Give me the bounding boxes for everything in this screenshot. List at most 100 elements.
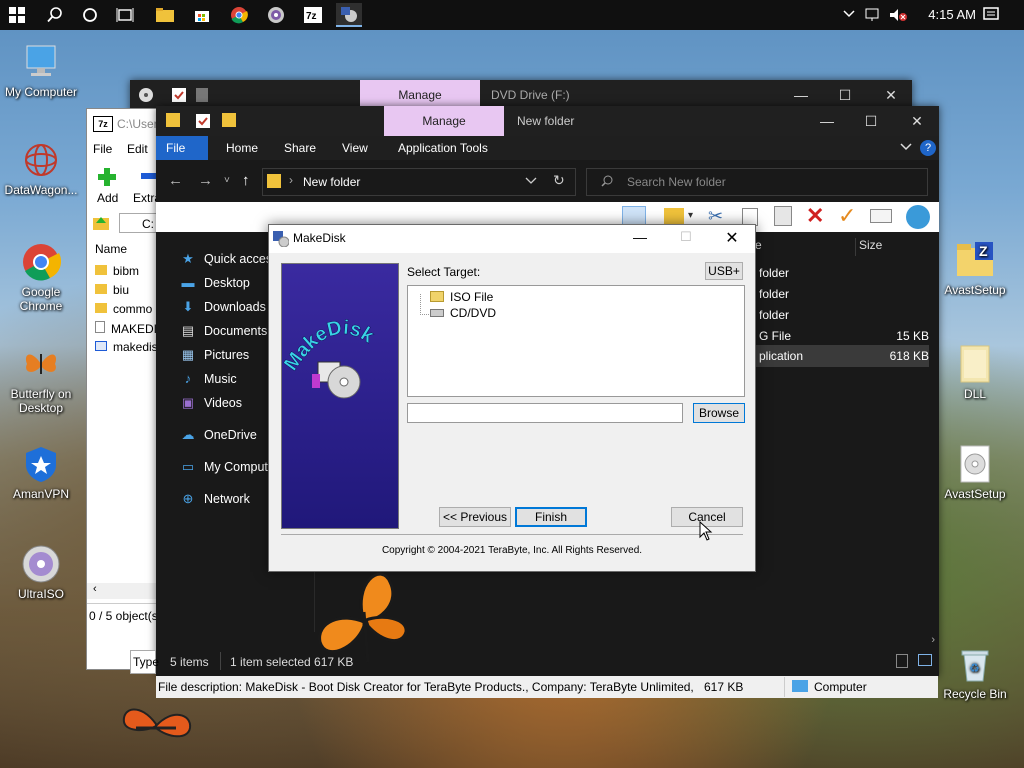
minus-icon[interactable]	[141, 173, 157, 179]
desktop-icon-amanvpn[interactable]: AmanVPN	[0, 444, 82, 501]
address-dropdown-icon[interactable]	[525, 175, 537, 190]
tab-share[interactable]: Share	[274, 136, 326, 160]
desktop-icon-recycle-bin[interactable]: ♻ Recycle Bin	[934, 644, 1016, 701]
nav-my-computer[interactable]: ▭ My Computer	[180, 456, 279, 478]
desktop-icon-ultraiso[interactable]: UltraISO	[0, 544, 82, 601]
chrome-icon[interactable]	[226, 3, 252, 27]
task-view-icon[interactable]	[112, 3, 138, 27]
desktop-icon-datawagon[interactable]: DataWagon...	[0, 140, 82, 197]
list-item[interactable]: makedis	[95, 340, 158, 354]
plus-icon[interactable]	[97, 167, 117, 190]
back-arrow-icon[interactable]: ←	[168, 172, 183, 189]
delete-icon[interactable]: ✕	[806, 203, 824, 229]
dvd-window-title: DVD Drive (F:)	[491, 88, 570, 102]
nav-desktop[interactable]: ▬ Desktop	[180, 272, 250, 294]
table-row-selected[interactable]: plication 618 KB	[753, 345, 929, 367]
search-box[interactable]: Search New folder	[586, 168, 928, 196]
details-view-icon[interactable]	[896, 654, 908, 668]
chevron-up-icon[interactable]	[842, 8, 856, 23]
network-icon[interactable]	[864, 7, 880, 26]
forward-arrow-icon[interactable]: →	[198, 172, 213, 189]
datawagon-icon	[21, 140, 61, 180]
up-arrow-icon[interactable]: ↑	[242, 172, 250, 189]
minimize-button[interactable]: —	[625, 229, 655, 249]
tab-view[interactable]: View	[332, 136, 378, 160]
browse-button[interactable]: Browse	[693, 403, 745, 423]
nav-onedrive[interactable]: ☁ OneDrive	[180, 424, 257, 446]
taskbar-clock[interactable]: 4:15 AM	[928, 7, 976, 22]
path-input[interactable]	[407, 403, 683, 423]
maximize-button[interactable]: ☐	[848, 106, 894, 136]
volume-muted-icon[interactable]	[888, 7, 908, 26]
table-row[interactable]: G File 15 KB	[759, 329, 929, 343]
explorer-manage-tab[interactable]: Manage	[384, 106, 504, 136]
7zip-add-button[interactable]: Add	[97, 191, 118, 205]
close-button[interactable]: ✕	[717, 228, 747, 248]
7zip-menu-file[interactable]: File	[93, 142, 112, 156]
table-row[interactable]: folder	[759, 287, 789, 301]
table-row[interactable]: folder	[759, 266, 789, 280]
makedisk-icon[interactable]	[336, 3, 362, 27]
table-row[interactable]: folder	[759, 308, 789, 322]
tree-item-iso-file[interactable]: ISO File	[430, 290, 493, 304]
nav-documents[interactable]: ▤ Documents	[180, 320, 267, 342]
finish-button[interactable]: Finish	[515, 507, 587, 527]
rename-icon[interactable]	[870, 209, 892, 223]
7zip-icon[interactable]: 7z	[300, 3, 326, 27]
up-folder-icon[interactable]	[93, 215, 109, 234]
search-icon[interactable]	[42, 3, 68, 27]
windows-icon[interactable]	[4, 3, 30, 27]
maximize-button[interactable]: ☐	[671, 229, 701, 249]
paste-icon[interactable]	[774, 206, 792, 226]
help-icon[interactable]: ?	[920, 140, 936, 156]
globe-icon[interactable]	[906, 205, 930, 229]
close-button[interactable]: ✕	[894, 106, 940, 136]
makedisk-dialog[interactable]: MakeDisk — ☐ ✕ MakeDisk Select Target: U…	[268, 224, 756, 572]
address-bar[interactable]: › New folder ↻	[262, 168, 576, 196]
media-icon[interactable]	[263, 3, 289, 27]
notification-icon[interactable]	[982, 6, 1000, 27]
7zip-col-name[interactable]: Name	[95, 242, 127, 256]
desktop-icon-my-computer[interactable]: My Computer	[0, 42, 82, 99]
desktop-icon-avastsetup-zip[interactable]: Z AvastSetup	[934, 240, 1016, 297]
view-icon[interactable]	[664, 208, 684, 224]
previous-button[interactable]: << Previous	[439, 507, 511, 527]
nav-videos[interactable]: ▣ Videos	[180, 392, 242, 414]
list-item[interactable]: MAKEDIS	[95, 321, 165, 336]
list-item[interactable]: biu	[95, 283, 129, 297]
tree-item-cd-dvd[interactable]: CD/DVD	[430, 306, 496, 320]
tab-home[interactable]: Home	[216, 136, 268, 160]
new-folder-icon[interactable]	[222, 113, 236, 127]
desktop-icon-butterfly[interactable]: Butterfly on Desktop	[0, 344, 82, 415]
nav-music[interactable]: ♪ Music	[180, 368, 237, 390]
usb-button[interactable]: USB+	[705, 262, 743, 280]
chevron-down-icon[interactable]	[900, 141, 912, 156]
tab-application-tools[interactable]: Application Tools	[388, 136, 498, 160]
scroll-right-icon[interactable]: ›	[931, 634, 935, 646]
refresh-icon[interactable]: ↻	[553, 172, 565, 189]
target-tree[interactable]: ISO File CD/DVD	[407, 285, 745, 397]
checkmark-icon[interactable]: ✓	[838, 203, 856, 229]
column-type-fragment[interactable]: e	[755, 238, 762, 252]
breadcrumb-chevron-icon[interactable]: ›	[289, 173, 293, 187]
desktop-icon-google-chrome[interactable]: Google Chrome	[0, 242, 82, 313]
desktop-icon-dll[interactable]: DLL	[934, 344, 1016, 401]
nav-quick-access[interactable]: ★ Quick access	[180, 248, 278, 270]
desktop-icon-avastsetup-iso[interactable]: AvastSetup	[934, 444, 1016, 501]
store-icon[interactable]	[189, 3, 215, 27]
list-item[interactable]: bibm	[95, 264, 139, 278]
column-size[interactable]: Size	[859, 238, 882, 252]
nav-pictures[interactable]: ▦ Pictures	[180, 344, 249, 366]
list-item[interactable]: commo	[95, 302, 152, 316]
nav-downloads[interactable]: ⬇ Downloads	[180, 296, 266, 318]
recent-chevron-icon[interactable]: ˅	[224, 175, 230, 186]
file-explorer-icon[interactable]	[152, 3, 178, 27]
nav-network[interactable]: ⊕ Network	[180, 488, 250, 510]
tab-file[interactable]: File	[156, 136, 208, 160]
7zip-menu-edit[interactable]: Edit	[127, 142, 148, 156]
tiles-view-icon[interactable]	[918, 654, 932, 666]
scroll-left-icon[interactable]: ‹	[93, 583, 97, 595]
view-dropdown-icon[interactable]: ▾	[688, 210, 693, 221]
minimize-button[interactable]: —	[804, 106, 850, 136]
cortana-icon[interactable]	[77, 3, 103, 27]
